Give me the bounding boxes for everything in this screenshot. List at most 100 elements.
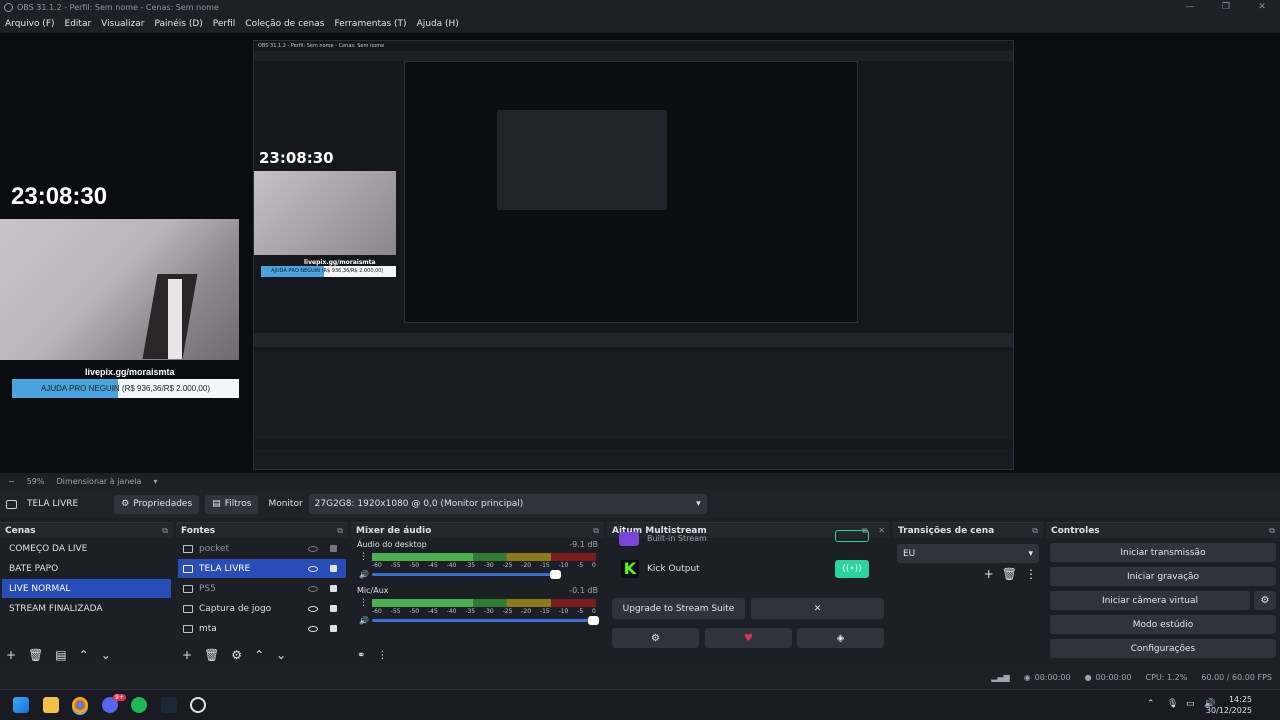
taskbar-date: 30/12/2025 bbox=[1205, 706, 1252, 715]
undock-icon[interactable]: ⧉ bbox=[337, 526, 343, 536]
trash-icon[interactable]: 🗑 bbox=[204, 648, 219, 662]
minimize-button[interactable]: — bbox=[1172, 0, 1208, 14]
spotify-icon[interactable] bbox=[131, 697, 147, 713]
lock-open-icon[interactable] bbox=[330, 545, 337, 552]
vertical-ellipsis-icon[interactable]: ⋮ bbox=[377, 650, 387, 661]
speaker-icon[interactable]: 🔊 bbox=[359, 570, 369, 579]
virtual-camera-settings-button[interactable]: ⚙ bbox=[1254, 591, 1276, 610]
volume-slider[interactable] bbox=[372, 616, 599, 625]
windows-start-icon[interactable] bbox=[13, 697, 29, 713]
gear-icon[interactable]: ⚙ bbox=[231, 648, 242, 662]
source-item[interactable]: PS5 bbox=[178, 579, 346, 598]
zoom-out-button[interactable]: − bbox=[8, 477, 15, 486]
settings-button[interactable]: ⚙ bbox=[612, 628, 699, 648]
lock-icon[interactable] bbox=[330, 585, 337, 592]
discord-button[interactable]: ◈ bbox=[797, 628, 884, 648]
menu-arquivo[interactable]: Arquivo (F) bbox=[5, 19, 55, 29]
dismiss-button[interactable]: ✕ bbox=[751, 598, 884, 619]
lock-icon[interactable] bbox=[330, 565, 337, 572]
menu-ajuda[interactable]: Ajuda (H) bbox=[417, 19, 459, 29]
source-item[interactable]: mta bbox=[178, 619, 346, 638]
tick: -55 bbox=[390, 562, 401, 569]
lock-icon[interactable] bbox=[330, 625, 337, 632]
vertical-ellipsis-icon[interactable]: ⋮ bbox=[359, 598, 368, 608]
tray-chevron-icon[interactable]: ⌃ bbox=[1147, 699, 1155, 709]
menu-perfil[interactable]: Perfil bbox=[213, 19, 236, 29]
menu-colecao-cenas[interactable]: Coleção de cenas bbox=[245, 19, 324, 29]
vertical-ellipsis-icon[interactable]: ⋮ bbox=[1025, 567, 1037, 581]
filters-button[interactable]: ▤ Filtros bbox=[205, 494, 259, 514]
donate-button[interactable]: ♥ bbox=[705, 628, 792, 648]
vertical-ellipsis-icon[interactable]: ⋮ bbox=[359, 552, 368, 562]
zoom-mode[interactable]: Dimensionar à janela bbox=[56, 477, 141, 486]
eye-hidden-icon[interactable] bbox=[308, 585, 318, 592]
maximize-button[interactable]: ❐ bbox=[1208, 0, 1244, 14]
tick: -30 bbox=[483, 608, 494, 615]
scene-item[interactable]: STREAM FINALIZADA bbox=[2, 599, 171, 618]
record-status-icon: ● bbox=[1084, 672, 1092, 682]
chevron-up-icon[interactable]: ⌃ bbox=[79, 648, 89, 662]
tick: -50 bbox=[409, 608, 420, 615]
start-recording-button[interactable]: Iniciar gravação bbox=[1050, 567, 1276, 586]
settings-button[interactable]: Configurações bbox=[1050, 639, 1276, 658]
scene-item[interactable]: BATE PAPO bbox=[2, 559, 171, 578]
undock-icon[interactable]: ⧉ bbox=[593, 526, 599, 536]
chevron-up-icon[interactable]: ⌃ bbox=[254, 648, 264, 662]
eye-icon[interactable] bbox=[308, 605, 318, 612]
link-icon[interactable]: ⚭ bbox=[357, 650, 365, 661]
scene-item[interactable]: COMEÇO DA LIVE bbox=[2, 539, 171, 558]
menu-editar[interactable]: Editar bbox=[65, 19, 92, 29]
multistream-dock: Aitum Multistream ⧉ ✕ Built-in Stream K … bbox=[607, 522, 890, 665]
trash-icon[interactable]: 🗑 bbox=[28, 648, 43, 662]
properties-button[interactable]: ⚙ Propriedades bbox=[114, 494, 200, 514]
steam-icon[interactable] bbox=[161, 697, 177, 713]
undock-icon[interactable]: ⧉ bbox=[1032, 526, 1038, 536]
preview-canvas[interactable]: 23:08:30 livepix.gg/moraismta AJUDA PRO … bbox=[0, 33, 1280, 473]
menu-ferramentas[interactable]: Ferramentas (T) bbox=[334, 19, 406, 29]
undock-icon[interactable]: ⧉ bbox=[1269, 526, 1275, 536]
network-icon[interactable]: ▭ bbox=[1186, 699, 1195, 709]
add-icon[interactable]: + bbox=[6, 648, 16, 662]
scene-item-selected[interactable]: LIVE NORMAL bbox=[2, 579, 171, 598]
obs-taskbar-icon[interactable] bbox=[190, 697, 206, 713]
mixer-title: Mixer de áudio bbox=[356, 525, 432, 536]
chevron-down-icon[interactable]: ⌄ bbox=[101, 648, 111, 662]
trash-icon[interactable]: 🗑 bbox=[1002, 567, 1017, 581]
source-item-selected[interactable]: TELA LIVRE bbox=[178, 559, 346, 578]
volume-slider[interactable] bbox=[372, 570, 561, 579]
slider-knob[interactable] bbox=[549, 570, 561, 579]
tick: -10 bbox=[558, 562, 569, 569]
eye-hidden-icon[interactable] bbox=[308, 545, 318, 552]
add-icon[interactable]: + bbox=[182, 648, 192, 662]
eye-icon[interactable] bbox=[308, 565, 318, 572]
upgrade-button[interactable]: Upgrade to Stream Suite bbox=[612, 598, 745, 619]
transition-select[interactable]: EU ▾ bbox=[897, 544, 1039, 563]
slider-knob[interactable] bbox=[587, 616, 599, 625]
close-button[interactable]: ✕ bbox=[1244, 0, 1280, 14]
monitor-select[interactable]: 27G2G8: 1920x1080 @ 0,0 (Monitor princip… bbox=[308, 494, 707, 514]
menu-visualizar[interactable]: Visualizar bbox=[101, 19, 144, 29]
eye-icon[interactable] bbox=[308, 625, 318, 632]
undock-icon[interactable]: ⧉ bbox=[162, 526, 168, 536]
source-item[interactable]: pocket bbox=[178, 539, 346, 558]
start-streaming-button[interactable]: Iniciar transmissão bbox=[1050, 543, 1276, 562]
builtin-stream-toggle[interactable] bbox=[835, 530, 869, 542]
stream-time: 00:00:00 bbox=[1034, 672, 1071, 682]
kick-output-toggle[interactable]: ((•)) bbox=[835, 560, 869, 578]
source-item[interactable]: Captura de jogo bbox=[178, 599, 346, 618]
studio-mode-button[interactable]: Modo estúdio bbox=[1050, 615, 1276, 634]
add-icon[interactable]: + bbox=[984, 567, 994, 581]
zoom-dropdown-icon[interactable]: ▾ bbox=[153, 477, 157, 486]
speaker-icon[interactable]: 🔊 bbox=[359, 616, 369, 625]
gear-icon: ⚙ bbox=[651, 632, 660, 644]
chevron-down-icon[interactable]: ⌄ bbox=[276, 648, 286, 662]
chrome-icon[interactable] bbox=[72, 697, 88, 713]
clock-tray[interactable]: 14:25 30/12/2025 bbox=[1206, 694, 1252, 716]
filter-icon[interactable]: ▤ bbox=[55, 648, 66, 662]
menu-paineis[interactable]: Painéis (D) bbox=[154, 19, 202, 29]
filter-icon: ▤ bbox=[212, 499, 221, 509]
start-virtual-camera-button[interactable]: Iniciar câmera virtual bbox=[1050, 591, 1250, 610]
lock-icon[interactable] bbox=[330, 605, 337, 612]
microphone-icon[interactable]: 🎙 bbox=[1167, 699, 1178, 709]
file-explorer-icon[interactable] bbox=[43, 697, 59, 713]
